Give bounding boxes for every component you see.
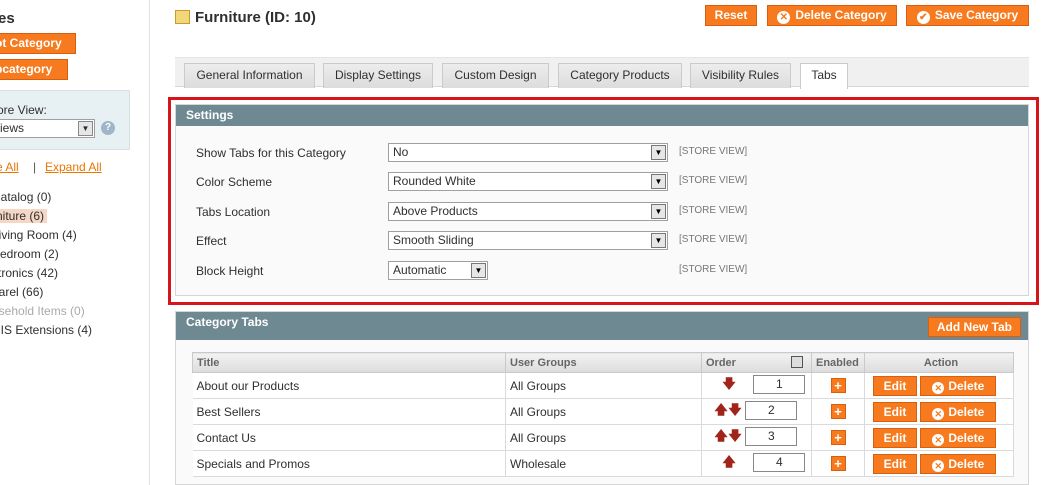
tree-item[interactable]: Living Room (4)	[0, 226, 92, 245]
link-separator: |	[33, 160, 37, 174]
table-row: Best Sellers All Groups 🡅🡇 2 + Edit ✕ Del…	[192, 398, 1014, 425]
table-row: Specials and Promos Wholesale 🡅 4 + Edit…	[192, 450, 1014, 477]
check-icon: ✔	[916, 11, 930, 24]
tab-category-products[interactable]: Category Products	[558, 63, 682, 88]
order-cell: 🡅🡇 3	[701, 424, 812, 451]
tree-item[interactable]: parel (66)	[0, 283, 92, 302]
action-cell: Edit ✕ Delete	[864, 372, 1014, 399]
arrow-up-icon[interactable]: 🡅	[714, 401, 728, 423]
tab-title-cell: Contact Us	[192, 424, 506, 451]
delete-icon: ✕	[777, 11, 791, 24]
folder-icon	[175, 10, 190, 24]
arrow-down-icon[interactable]: 🡇	[728, 427, 742, 449]
tree-item[interactable]: Catalog (0)	[0, 188, 92, 207]
tab-display-settings[interactable]: Display Settings	[323, 63, 433, 88]
arrow-down-icon[interactable]: 🡇	[728, 401, 742, 423]
save-category-button[interactable]: ✔ Save Category	[906, 5, 1029, 26]
order-input[interactable]: 4	[753, 452, 806, 472]
reset-button[interactable]: Reset	[705, 5, 757, 26]
arrow-up-icon[interactable]: 🡅	[722, 453, 736, 475]
tab-visibility-rules[interactable]: Visibility Rules	[690, 63, 791, 88]
edit-button[interactable]: Edit	[873, 375, 917, 396]
tree-item-disabled[interactable]: usehold Items (0)	[0, 302, 92, 321]
user-groups-cell: All Groups	[505, 398, 702, 425]
arrow-down-icon[interactable]: 🡇	[722, 375, 736, 397]
add-subcategory-button[interactable]: bcategory	[0, 59, 68, 80]
page-title: Furniture (ID: 10)	[175, 9, 316, 26]
delete-icon: ✕	[932, 433, 945, 446]
delete-button[interactable]: ✕ Delete	[920, 375, 997, 396]
edit-button[interactable]: Edit	[873, 427, 917, 448]
tree-item[interactable]: Bedroom (2)	[0, 245, 92, 264]
delete-icon: ✕	[932, 381, 945, 394]
order-input[interactable]: 1	[753, 374, 806, 394]
category-sidebar: ries ot Category bcategory ore View: iew…	[0, 0, 150, 485]
delete-icon: ✕	[932, 459, 945, 472]
enable-toggle-icon[interactable]: +	[830, 456, 846, 471]
enabled-cell: +	[811, 450, 865, 477]
category-tabs-grid: Title User Groups Order Enabled Action A…	[192, 352, 1014, 477]
enable-toggle-icon[interactable]: +	[830, 378, 846, 393]
add-root-category-button[interactable]: ot Category	[0, 33, 76, 54]
tab-title-cell: About our Products	[192, 372, 506, 399]
category-tabs-fieldset: Category Tabs Add New Tab Title User Gro…	[175, 311, 1029, 485]
enabled-cell: +	[811, 398, 865, 425]
tab-bar: General Information Display Settings Cus…	[175, 57, 1029, 89]
delete-category-button[interactable]: ✕ Delete Category	[767, 5, 897, 26]
store-view-select[interactable]: iews ▼	[0, 119, 95, 138]
chevron-down-icon: ▼	[78, 121, 93, 136]
enable-toggle-icon[interactable]: +	[830, 430, 846, 445]
enabled-cell: +	[811, 372, 865, 399]
order-cell: 🡅 4	[701, 450, 812, 477]
tree-item[interactable]: ctronics (42)	[0, 264, 92, 283]
edit-button[interactable]: Edit	[873, 401, 917, 422]
store-view-label: ore View:	[0, 103, 47, 117]
user-groups-cell: All Groups	[505, 424, 702, 451]
column-header-order[interactable]: Order	[701, 352, 812, 373]
order-cell: 🡇 1	[701, 372, 812, 399]
tab-tabs[interactable]: Tabs	[800, 63, 848, 89]
expand-all-link[interactable]: Expand All	[45, 160, 102, 174]
category-tabs-header: Category Tabs Add New Tab	[176, 312, 1028, 340]
user-groups-cell: All Groups	[505, 372, 702, 399]
collapse-all-link[interactable]: e All	[0, 160, 19, 174]
tab-title-cell: Best Sellers	[192, 398, 506, 425]
column-header-action: Action	[864, 352, 1014, 373]
delete-button[interactable]: ✕ Delete	[920, 453, 997, 474]
action-cell: Edit ✕ Delete	[864, 450, 1014, 477]
enable-toggle-icon[interactable]: +	[830, 404, 846, 419]
tree-item-selected[interactable]: rniture (6)	[0, 207, 92, 226]
highlight-box	[168, 97, 1039, 305]
delete-button[interactable]: ✕ Delete	[920, 427, 997, 448]
order-input[interactable]: 3	[745, 426, 798, 446]
save-order-icon[interactable]	[791, 356, 803, 368]
tab-title-cell: Specials and Promos	[192, 450, 506, 477]
enabled-cell: +	[811, 424, 865, 451]
store-view-switcher: ore View: iews ▼ ?	[0, 90, 130, 150]
column-header-user-groups[interactable]: User Groups	[505, 352, 702, 373]
order-input[interactable]: 2	[745, 400, 798, 420]
arrow-up-icon[interactable]: 🡅	[714, 427, 728, 449]
help-icon[interactable]: ?	[101, 121, 115, 135]
edit-button[interactable]: Edit	[873, 453, 917, 474]
tab-custom-design[interactable]: Custom Design	[442, 63, 549, 88]
tree-item[interactable]: RIS Extensions (4)	[0, 321, 92, 340]
column-header-enabled[interactable]: Enabled	[811, 352, 865, 373]
sidebar-title: ries	[0, 10, 15, 27]
action-cell: Edit ✕ Delete	[864, 424, 1014, 451]
tab-general-information[interactable]: General Information	[184, 63, 315, 88]
delete-icon: ✕	[932, 407, 945, 420]
category-tree: Catalog (0) rniture (6) Living Room (4) …	[0, 188, 92, 340]
table-row: About our Products All Groups 🡇 1 + Edit…	[192, 372, 1014, 399]
user-groups-cell: Wholesale	[505, 450, 702, 477]
table-row: Contact Us All Groups 🡅🡇 3 + Edit ✕ Delet…	[192, 424, 1014, 451]
column-header-title[interactable]: Title	[192, 352, 506, 373]
order-cell: 🡅🡇 2	[701, 398, 812, 425]
delete-button[interactable]: ✕ Delete	[920, 401, 997, 422]
action-cell: Edit ✕ Delete	[864, 398, 1014, 425]
add-new-tab-button[interactable]: Add New Tab	[927, 317, 1021, 337]
